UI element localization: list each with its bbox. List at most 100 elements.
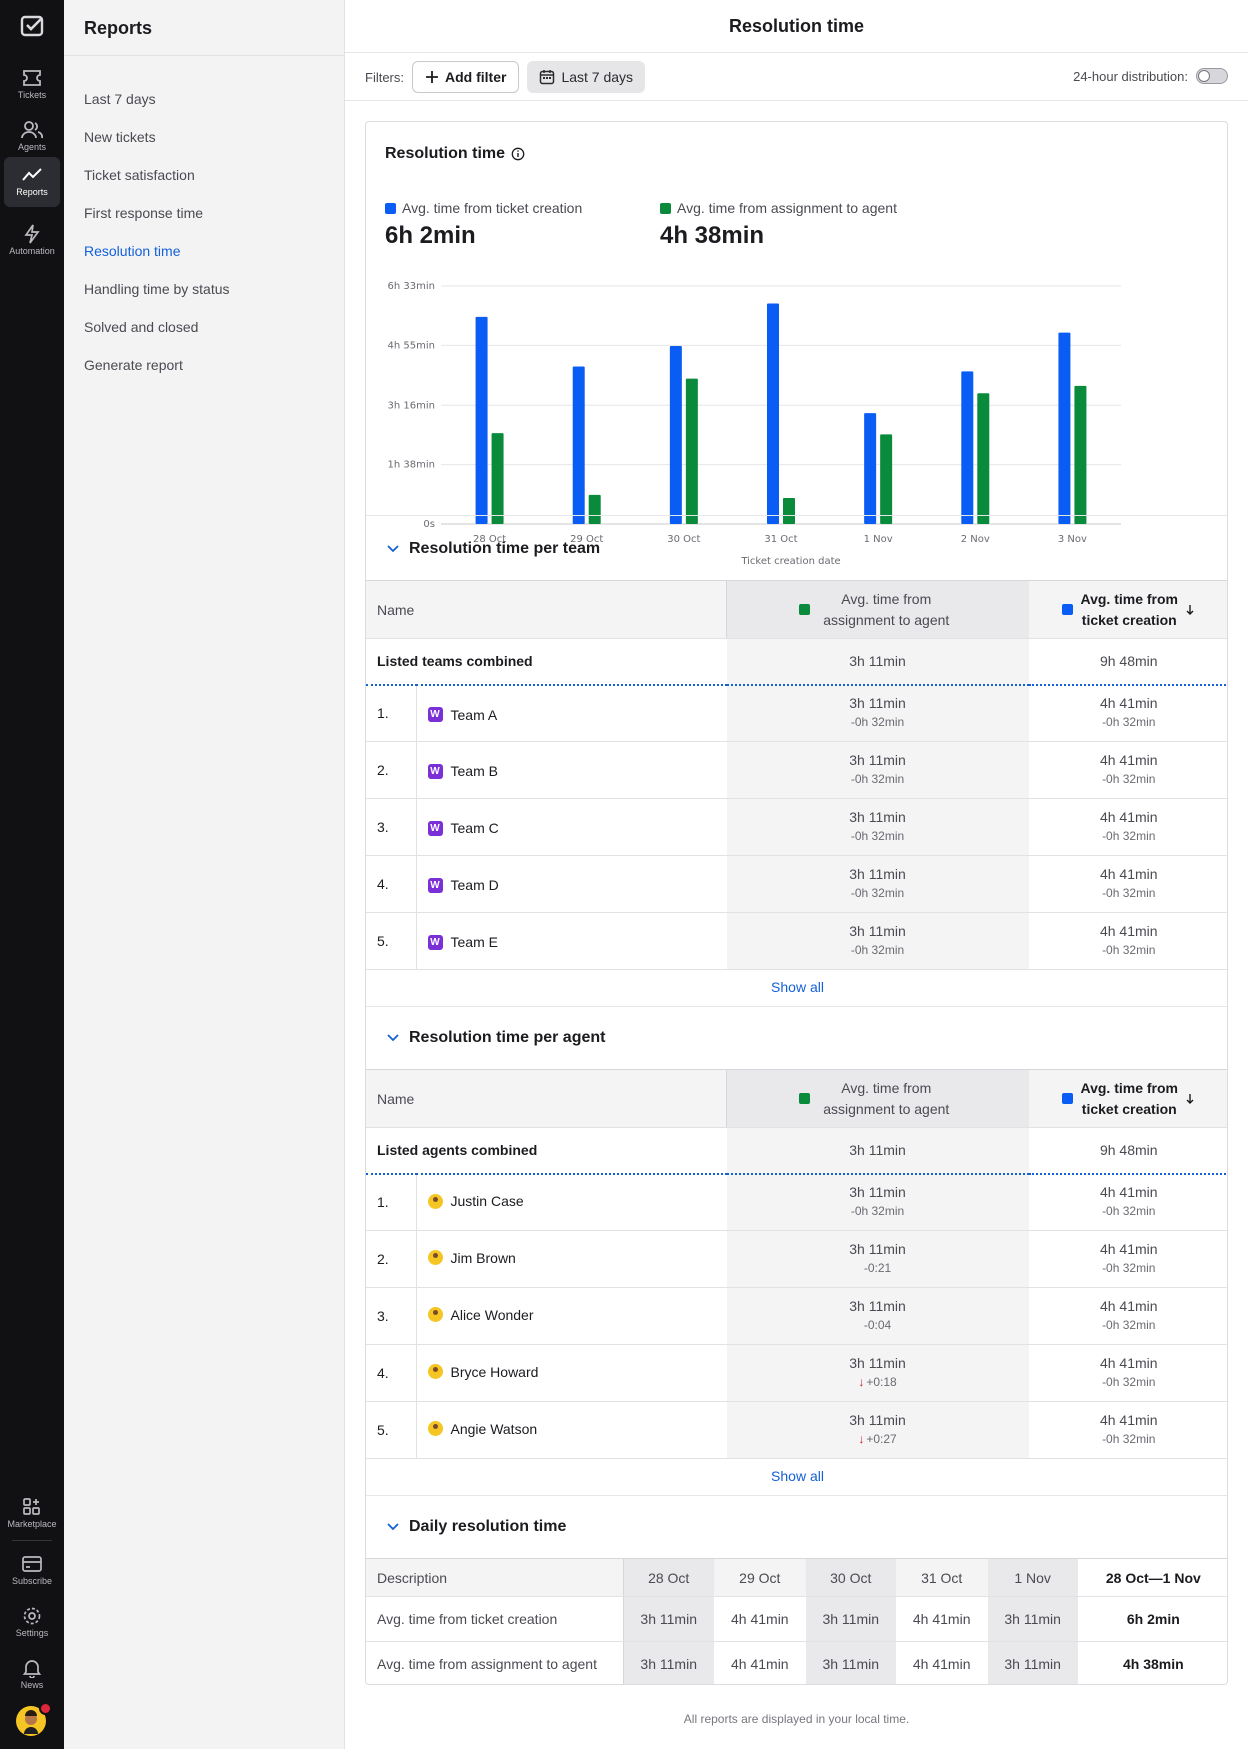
card-title-text: Resolution time [385, 145, 506, 162]
agents-show-all-link[interactable]: Show all [366, 1468, 1227, 1484]
rail-label: Marketplace [7, 1519, 57, 1529]
distribution-control: 24-hour distribution: [1073, 68, 1228, 84]
row-name-wrap: Justin Case [427, 1193, 524, 1209]
rail-label: Settings [15, 1628, 49, 1638]
rail-item-settings[interactable]: Settings [4, 1598, 60, 1648]
row-name-cell: W Team B [416, 741, 727, 799]
rail-item-reports[interactable]: Reports [4, 157, 60, 207]
bar-assignment [1074, 385, 1087, 524]
rail-item-subscribe[interactable]: Subscribe [4, 1546, 60, 1596]
section-header-daily[interactable]: Daily resolution time [387, 1518, 566, 1536]
combined-label: Listed teams combined [366, 638, 727, 685]
creation-time-cell: 4h 41min -0h 32min [1028, 684, 1227, 742]
combined-label: Listed agents combined [366, 1127, 727, 1174]
table-row[interactable]: 1. W Team A 3h 11min -0h 32min 4h 41min -0h 32… [366, 684, 1227, 742]
filters-label: Filters: [365, 69, 404, 85]
time-delta: -0h 32min [1029, 713, 1227, 732]
delta-value: -0h 32min [850, 772, 905, 786]
bar-creation [864, 413, 877, 524]
time-value: 3h 11min [849, 1184, 906, 1201]
assignment-time-cell: 3h 11min -0:21 [726, 1230, 1029, 1288]
time-delta: -0h 32min [1029, 1259, 1227, 1278]
teams-show-all-link[interactable]: Show all [366, 979, 1227, 995]
row-description: Avg. time from ticket creation [366, 1596, 624, 1642]
col-assignment-header[interactable]: Avg. time from assignment to agent [726, 1069, 1029, 1128]
agent-avatar-icon [427, 1250, 443, 1266]
time-value: 3h 11min [849, 1241, 906, 1257]
table-row[interactable]: 2. W Team B 3h 11min -0h 32min 4h 41min -0h 32… [366, 741, 1227, 799]
time-value: 3h 11min [849, 923, 906, 939]
sidebar-item-first-response-time[interactable]: First response time [84, 205, 203, 221]
row-name-cell: Bryce Howard [416, 1344, 727, 1402]
date-range-button[interactable]: Last 7 days [527, 61, 646, 93]
col-label: Avg. time from assignment to agent [823, 590, 950, 628]
time-delta: -0h 32min [1029, 1316, 1227, 1335]
creation-time-cell: 4h 41min -0h 32min [1028, 1230, 1227, 1288]
rail-item-marketplace[interactable]: Marketplace [4, 1489, 60, 1539]
time-value: 4h 41min [1099, 923, 1158, 939]
rail-item-automation[interactable]: Automation [4, 216, 60, 266]
table-row[interactable]: 1. Justin Case 3h 11min -0h 32min 4h 41min -0… [366, 1173, 1227, 1231]
sidebar-item-ticket-satisfaction[interactable]: Ticket satisfaction [84, 167, 195, 183]
sidebar-item-handling-time-by-status[interactable]: Handling time by status [84, 281, 230, 297]
delta-value: -0:21 [863, 1261, 892, 1275]
sidebar-item-solved-and-closed[interactable]: Solved and closed [84, 319, 198, 335]
rail-item-agents[interactable]: Agents [4, 112, 60, 162]
assignment-time-cell: 3h 11min -0h 32min [726, 741, 1029, 799]
sidebar-item-resolution-time[interactable]: Resolution time [84, 243, 181, 259]
table-row[interactable]: 3. Alice Wonder 3h 11min -0:04 4h 41min -0h 3… [366, 1287, 1227, 1345]
row-name: Jim Brown [450, 1249, 516, 1266]
add-filter-button[interactable]: Add filter [412, 61, 520, 93]
time-value: 4h 41min [1099, 809, 1158, 825]
sidebar-item-generate-report[interactable]: Generate report [84, 357, 183, 373]
row-rank: 2. [366, 741, 417, 799]
time-value: 3h 11min [849, 1298, 906, 1314]
delta-value: -0h 32min [1102, 943, 1156, 957]
time-value: 3h 11min [849, 752, 906, 768]
row-name-cell: W Team E [416, 912, 727, 970]
agent-avatar-icon [427, 1364, 443, 1380]
main-content: Resolution time Filters: Add filter Last… [345, 0, 1248, 1749]
delta-value: -0h 32min [850, 1204, 905, 1219]
table-row[interactable]: 4. W Team D 3h 11min -0h 32min 4h 41min -0h 32… [366, 855, 1227, 913]
info-icon[interactable] [511, 147, 525, 161]
time-delta: -0h 32min [727, 1202, 1029, 1221]
add-filter-label: Add filter [445, 69, 507, 85]
filter-bar: Filters: Add filter Last 7 days [365, 61, 646, 93]
y-tick-label: 1h 38min [388, 460, 435, 471]
bar-assignment [783, 497, 795, 524]
daily-value-cell: 3h 11min [805, 1596, 896, 1642]
bar-creation [669, 345, 682, 524]
distribution-toggle[interactable] [1196, 68, 1228, 84]
rail-item-tickets[interactable]: Tickets [4, 60, 60, 110]
time-delta: -0:04 [727, 1316, 1029, 1335]
combined-assignment: 3h 11min [726, 638, 1029, 685]
time-value: 4h 41min [1099, 1184, 1158, 1201]
table-row[interactable]: 5. Angie Watson 3h 11min ↓ +0:27 4h 41min -0h … [366, 1401, 1227, 1459]
row-name-cell: Jim Brown [416, 1230, 727, 1288]
rail-label: News [20, 1680, 44, 1690]
creation-time-cell: 4h 41min -0h 32min [1028, 912, 1227, 970]
sidebar-item-new-tickets[interactable]: New tickets [84, 129, 156, 145]
col-creation-header[interactable]: Avg. time from ticket creation [1028, 1069, 1227, 1128]
bar-creation [572, 366, 585, 524]
section-header-agents[interactable]: Resolution time per agent [387, 1029, 605, 1047]
delta-value: -0h 32min [850, 829, 905, 843]
col-label: Avg. time from ticket creation [1080, 590, 1179, 628]
app-logo-icon[interactable] [20, 14, 44, 38]
section-header-teams[interactable]: Resolution time per team [387, 540, 600, 558]
table-row[interactable]: 5. W Team E 3h 11min -0h 32min 4h 41min -0h 32… [366, 912, 1227, 970]
user-avatar[interactable] [16, 1702, 52, 1736]
table-row[interactable]: 3. W Team C 3h 11min -0h 32min 4h 41min -0h 32… [366, 798, 1227, 856]
metric-label: Avg. time from assignment to agent [677, 200, 897, 216]
table-row[interactable]: 2. Jim Brown 3h 11min -0:21 4h 41min -0h 32mi… [366, 1230, 1227, 1288]
sidebar-item-last-7-days[interactable]: Last 7 days [84, 91, 156, 107]
col-assignment-header[interactable]: Avg. time from assignment to agent [726, 580, 1029, 639]
rail-item-news[interactable]: News [4, 1650, 60, 1700]
col-creation-header[interactable]: Avg. time from ticket creation [1028, 580, 1227, 639]
table-row[interactable]: 4. Bryce Howard 3h 11min ↓ +0:18 4h 41min -0h … [366, 1344, 1227, 1402]
time-value: 4h 41min [1099, 695, 1158, 712]
col-date-header: 29 Oct [713, 1558, 806, 1597]
timezone-footnote: All reports are displayed in your local … [683, 1712, 910, 1726]
team-icon: W [427, 763, 443, 779]
